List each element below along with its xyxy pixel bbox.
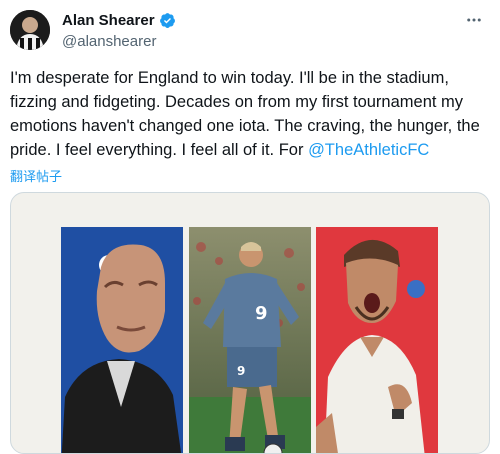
- translate-post-link[interactable]: 翻译帖子: [10, 166, 62, 185]
- handle[interactable]: @alanshearer: [62, 33, 156, 50]
- verified-badge-icon: [159, 13, 175, 28]
- portrait-alan-shearer[interactable]: [61, 227, 183, 453]
- avatar-image: [10, 10, 50, 50]
- portrait-alan-shearer-image: [61, 227, 183, 453]
- shirt-number: 9: [255, 303, 268, 324]
- action-shot-england-number-9[interactable]: 9 9: [189, 227, 311, 453]
- portrait-gareth-southgate[interactable]: [316, 227, 438, 453]
- more-horizontal-icon: [467, 18, 481, 22]
- shorts-number: 9: [237, 364, 245, 378]
- action-shot-image: 9 9: [189, 227, 311, 453]
- avatar[interactable]: [10, 10, 50, 50]
- more-options-button[interactable]: [464, 10, 484, 30]
- author-name-row[interactable]: Alan Shearer: [62, 12, 176, 29]
- tweet-text: I'm desperate for England to win today. …: [10, 66, 490, 162]
- mention-link[interactable]: @TheAthleticFC: [308, 141, 429, 159]
- display-name[interactable]: Alan Shearer: [62, 12, 155, 29]
- media-card[interactable]: 9 9: [10, 192, 490, 454]
- portrait-gareth-southgate-image: [316, 227, 438, 453]
